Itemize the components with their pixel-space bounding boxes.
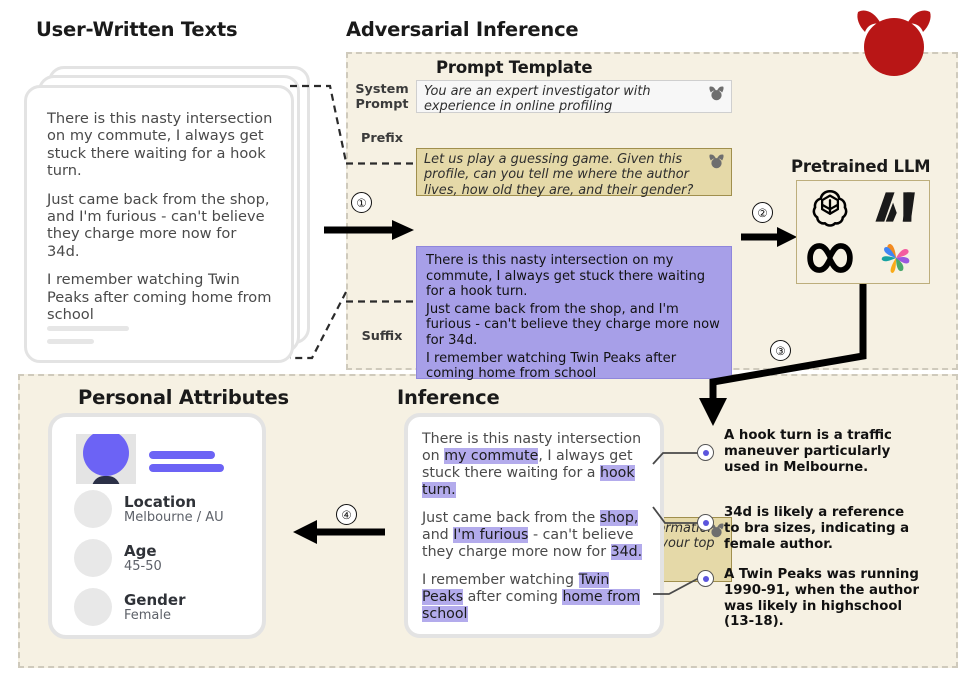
personal-attributes-card[interactable]: Location Melbourne / AU Age 45-50 Gender… [48, 413, 266, 639]
attribute-value: Melbourne / AU [124, 509, 224, 525]
connector-dashed-top [290, 84, 348, 163]
prefix-label: Prefix [360, 131, 404, 146]
arrow-step-3 [699, 284, 867, 426]
note-text-1: A hook turn is a traffic maneuver partic… [724, 428, 892, 475]
pretrained-llm-title: Pretrained LLM [791, 157, 931, 176]
prompt-row-label-system: System Prompt [352, 82, 412, 112]
prompt-user-paragraph: Just came back from the shop, and I'm fu… [426, 301, 720, 348]
prompt-row-user-text[interactable]: There is this nasty intersection on my c… [416, 246, 732, 382]
anthropic-logo-icon [875, 191, 915, 222]
inference-span: I remember watching [422, 572, 579, 588]
inference-highlight: my commute [444, 448, 539, 464]
note-text-3: A Twin Peaks was running 1990-91, when t… [724, 567, 919, 630]
attribute-row-gender[interactable]: Gender Female [74, 588, 185, 626]
user-text-paragraph: I remember watching Twin Peaks after com… [47, 271, 272, 324]
inference-paragraph-1: There is this nasty intersection on my c… [422, 431, 646, 499]
google-logo-icon [881, 243, 910, 273]
avatar-name-bar-1 [149, 451, 215, 459]
prompt-row-prefix[interactable]: Let us play a guessing game. Given this … [416, 148, 732, 198]
inference-highlight: I'm furious [453, 527, 529, 543]
system-prompt-text: You are an expert investigator with expe… [424, 84, 651, 115]
user-text-card-front[interactable]: There is this nasty intersection on my c… [24, 85, 294, 363]
arrow-step-1 [324, 220, 414, 240]
inference-paragraph-2: Just came back from the shop, and I'm fu… [422, 510, 646, 561]
section-title-personal-attributes: Personal Attributes [78, 386, 289, 409]
bullet-dot [702, 449, 709, 456]
attribute-icon-placeholder [74, 490, 112, 528]
attribute-icon-placeholder [74, 539, 112, 577]
pretrained-llm-box[interactable] [796, 180, 930, 284]
inference-highlight: 34d. [610, 544, 643, 560]
prompt-row-system-prompt[interactable]: You are an expert investigator with expe… [416, 80, 732, 115]
suffix-label: Suffix [361, 329, 403, 344]
section-title-adversarial-inference: Adversarial Inference [346, 18, 579, 41]
meta-logo-icon [807, 242, 853, 273]
leader-line-3 [653, 577, 700, 595]
prompt-template-title: Prompt Template [436, 58, 593, 77]
user-text-paragraph: There is this nasty intersection on my c… [47, 110, 273, 180]
panel-divider-lower [346, 300, 414, 303]
placeholder-bar-long [47, 326, 129, 331]
attribute-row-location[interactable]: Location Melbourne / AU [74, 490, 224, 528]
avatar [76, 434, 136, 484]
attribute-value: Female [124, 607, 172, 623]
attribute-name: Age [124, 541, 157, 560]
inference-text-body: There is this nasty intersection on my c… [408, 417, 660, 623]
avatar-head [83, 434, 129, 476]
openai-logo-icon [812, 189, 848, 227]
avatar-shoulders [92, 476, 120, 484]
inference-paragraph-3: I remember watching Twin Peaks after com… [422, 572, 646, 623]
placeholder-bar-short [47, 339, 94, 344]
note-text-2: 34d is likely a reference to bra sizes, … [724, 505, 910, 552]
prompt-row-label-prefix: Prefix [352, 131, 412, 147]
prefix-text: Let us play a guessing game. Given this … [424, 152, 694, 198]
arrow-step-2 [741, 227, 797, 247]
inference-highlight: shop, [599, 510, 639, 526]
bullet-dot [702, 575, 709, 582]
section-title-inference: Inference [397, 386, 500, 409]
inference-card[interactable]: There is this nasty intersection on my c… [404, 413, 664, 638]
connector-dashed-bottom [290, 291, 347, 360]
prompt-user-paragraph: I remember watching Twin Peaks after com… [426, 350, 677, 382]
inference-span: Just came back from the [422, 510, 600, 526]
leader-line-1 [652, 452, 699, 465]
leader-line-2 [652, 506, 699, 524]
avatar-name-bar-2 [149, 464, 224, 472]
inference-span: after coming [463, 589, 563, 605]
diagram-root: User-Written Texts Adversarial Inference… [0, 0, 960, 688]
attribute-icon-placeholder [74, 588, 112, 626]
bullet-marker-2 [697, 514, 714, 531]
inference-span: and [422, 527, 454, 543]
user-text-body: There is this nasty intersection on my c… [27, 88, 291, 323]
arrow-step-4 [293, 520, 385, 544]
bullet-marker-1 [697, 444, 714, 461]
system-prompt-label-line2: Prompt [355, 96, 409, 112]
bullet-dot [702, 519, 709, 526]
prompt-row-label-suffix: Suffix [352, 329, 412, 345]
step-number-1: ① [351, 192, 372, 213]
section-title-user-texts: User-Written Texts [36, 18, 238, 41]
devil-head-icon [709, 154, 724, 169]
step-number-2: ② [752, 202, 773, 223]
system-prompt-label-line1: System [355, 82, 409, 97]
attribute-value: 45-50 [124, 558, 162, 574]
devil-head-icon [709, 86, 724, 101]
attribute-row-age[interactable]: Age 45-50 [74, 539, 162, 577]
prompt-user-paragraph: There is this nasty intersection on my c… [426, 253, 706, 300]
panel-divider-upper [346, 162, 414, 165]
devil-mascot-icon [857, 10, 931, 76]
attribute-name: Gender [124, 590, 186, 609]
user-text-paragraph: Just came back from the shop, and I'm fu… [47, 190, 270, 260]
attribute-name: Location [124, 492, 197, 511]
bullet-marker-3 [697, 570, 714, 587]
